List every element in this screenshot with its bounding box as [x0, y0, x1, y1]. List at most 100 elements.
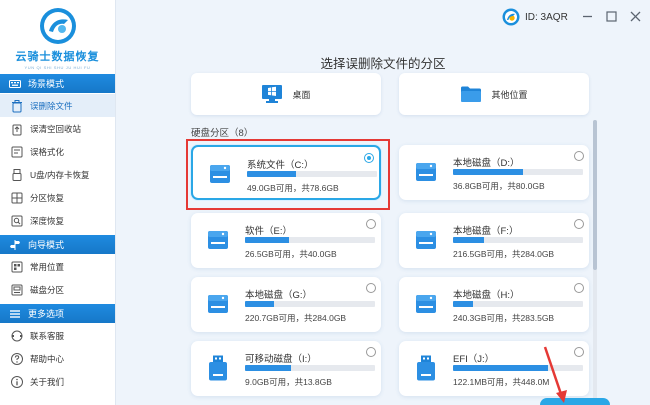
scrollbar-thumb[interactable] — [593, 120, 597, 270]
hard-drive-icon — [416, 295, 436, 313]
user-avatar-icon — [502, 8, 520, 26]
next-button[interactable] — [540, 398, 610, 405]
hard-drive-icon — [210, 165, 230, 183]
sidebar-item-about-us[interactable]: 关于我们 — [0, 370, 115, 393]
sidebar-item-label: 误删除文件 — [30, 100, 73, 111]
partition-section-label: 硬盘分区（8） — [191, 128, 254, 139]
partition-name: 本地磁盘（H:） — [453, 290, 520, 301]
partition-card[interactable]: 本地磁盘（G:） 220.7GB可用，共284.0GB — [191, 277, 381, 332]
help-icon — [11, 352, 23, 365]
partition-name: 本地磁盘（D:） — [453, 158, 520, 169]
usage-bar-fill — [453, 301, 473, 307]
partition-capacity: 26.5GB可用，共40.0GB — [245, 249, 337, 259]
hard-drive-icon — [208, 295, 228, 313]
section-header-guide: 向导模式 — [0, 235, 115, 254]
partition-card[interactable]: 本地磁盘（F:） 216.5GB可用，共284.0GB — [399, 213, 589, 268]
partition-radio[interactable] — [574, 219, 584, 229]
usage-bar-fill — [453, 365, 548, 371]
sidebar-item-label: 分区恢复 — [30, 192, 65, 203]
location-label: 桌面 — [292, 89, 311, 100]
partition-name: 软件（E:） — [245, 226, 292, 237]
partition-capacity: 220.7GB可用，共284.0GB — [245, 313, 347, 323]
partition-radio[interactable] — [574, 347, 584, 357]
usage-bar — [453, 301, 583, 307]
partition-name: 本地磁盘（G:） — [245, 290, 313, 301]
partition-capacity: 240.3GB可用，共283.5GB — [453, 313, 555, 323]
location-label: 其他位置 — [491, 89, 528, 100]
partition-radio[interactable] — [574, 151, 584, 161]
minimize-icon[interactable] — [580, 9, 594, 23]
sidebar-item-common-locations[interactable]: 常用位置 — [0, 255, 115, 278]
sidebar-item-partition-recovery[interactable]: 分区恢复 — [0, 186, 115, 209]
hard-drive-icon — [208, 231, 228, 249]
logo-area: 云骑士数据恢复 YUN QI SHI SHU JU HUI FU — [0, 0, 115, 74]
app-subtitle: YUN QI SHI SHU JU HUI FU — [24, 65, 91, 70]
partition-capacity: 9.0GB可用，共13.8GB — [245, 377, 332, 387]
sidebar-item-label: 误格式化 — [30, 146, 65, 157]
sidebar-item-deleted-files[interactable]: 误删除文件 — [0, 94, 115, 117]
usage-bar — [453, 169, 583, 175]
user-id-box[interactable]: ID: 3AQR — [502, 8, 568, 26]
usage-bar-fill — [247, 171, 297, 177]
keyboard-icon — [9, 79, 21, 88]
sidebar-item-deep-recovery[interactable]: 深度恢复 — [0, 209, 115, 232]
partition-capacity: 216.5GB可用，共284.0GB — [453, 249, 555, 259]
sidebar-item-recycle-bin[interactable]: 误清空回收站 — [0, 117, 115, 140]
partition-name: 本地磁盘（F:） — [453, 226, 519, 237]
hard-drive-icon — [416, 163, 436, 181]
usage-bar — [245, 365, 375, 371]
maximize-icon[interactable] — [604, 9, 618, 23]
location-other[interactable]: 其他位置 — [399, 73, 589, 115]
sidebar-item-disk-partition[interactable]: 磁盘分区 — [0, 278, 115, 301]
usb-icon — [12, 168, 22, 181]
partition-radio[interactable] — [574, 283, 584, 293]
sidebar-item-usb-recovery[interactable]: U盘/内存卡恢复 — [0, 163, 115, 186]
disk-partition-icon — [11, 284, 23, 295]
desktop-icon — [262, 85, 283, 103]
partition-capacity: 36.8GB可用，共80.0GB — [453, 181, 545, 191]
sidebar-item-label: 常用位置 — [30, 261, 65, 272]
sidebar-item-label: 误清空回收站 — [30, 123, 82, 134]
partition-radio[interactable] — [366, 283, 376, 293]
usage-bar — [247, 171, 377, 177]
section-title: 向导模式 — [28, 240, 65, 250]
sidebar-item-label: 帮助中心 — [30, 353, 65, 364]
partition-radio[interactable] — [366, 347, 376, 357]
partition-card[interactable]: 系统文件（C:） 49.0GB可用，共78.6GB — [191, 145, 381, 200]
scrollbar[interactable] — [593, 120, 597, 405]
close-icon[interactable] — [628, 9, 642, 23]
partition-name: 系统文件（C:） — [247, 160, 314, 171]
deep-scan-icon — [11, 215, 23, 226]
sidebar-item-label: 深度恢复 — [30, 215, 65, 226]
partition-radio[interactable] — [364, 153, 374, 163]
location-icon — [11, 261, 23, 272]
app-name: 云骑士数据恢复 — [15, 51, 100, 63]
sidebar-item-label: 磁盘分区 — [30, 284, 65, 295]
usage-bar-fill — [453, 237, 485, 243]
partition-card[interactable]: 本地磁盘（H:） 240.3GB可用，共283.5GB — [399, 277, 589, 332]
recycle-icon — [12, 124, 22, 135]
usage-bar-fill — [245, 237, 290, 243]
trash-icon — [12, 99, 22, 112]
location-desktop[interactable]: 桌面 — [191, 73, 381, 115]
sidebar-item-format[interactable]: 误格式化 — [0, 140, 115, 163]
usage-bar — [245, 237, 375, 243]
partition-card[interactable]: 可移动磁盘（I:） 9.0GB可用，共13.8GB — [191, 341, 381, 396]
usb-drive-icon — [417, 355, 435, 381]
usb-drive-icon — [209, 355, 227, 381]
sidebar-item-label: 联系客服 — [30, 330, 65, 341]
guide-icon — [10, 239, 20, 250]
partition-icon — [11, 192, 23, 203]
partition-name: 可移动磁盘（I:） — [245, 354, 317, 365]
sidebar-item-help-center[interactable]: 帮助中心 — [0, 347, 115, 370]
partition-card[interactable]: EFI（J:） 122.1MB可用，共448.0M — [399, 341, 589, 396]
section-header-more-options: 更多选项 — [0, 304, 115, 323]
partition-card[interactable]: 软件（E:） 26.5GB可用，共40.0GB — [191, 213, 381, 268]
partition-card[interactable]: 本地磁盘（D:） 36.8GB可用，共80.0GB — [399, 145, 589, 200]
partition-name: EFI（J:） — [453, 354, 495, 365]
sidebar: 云骑士数据恢复 YUN QI SHI SHU JU HUI FU 场景模式 误删… — [0, 0, 116, 405]
sidebar-item-contact-support[interactable]: 联系客服 — [0, 324, 115, 347]
user-id: ID: 3AQR — [525, 11, 568, 23]
partition-radio[interactable] — [366, 219, 376, 229]
about-icon — [11, 375, 23, 388]
